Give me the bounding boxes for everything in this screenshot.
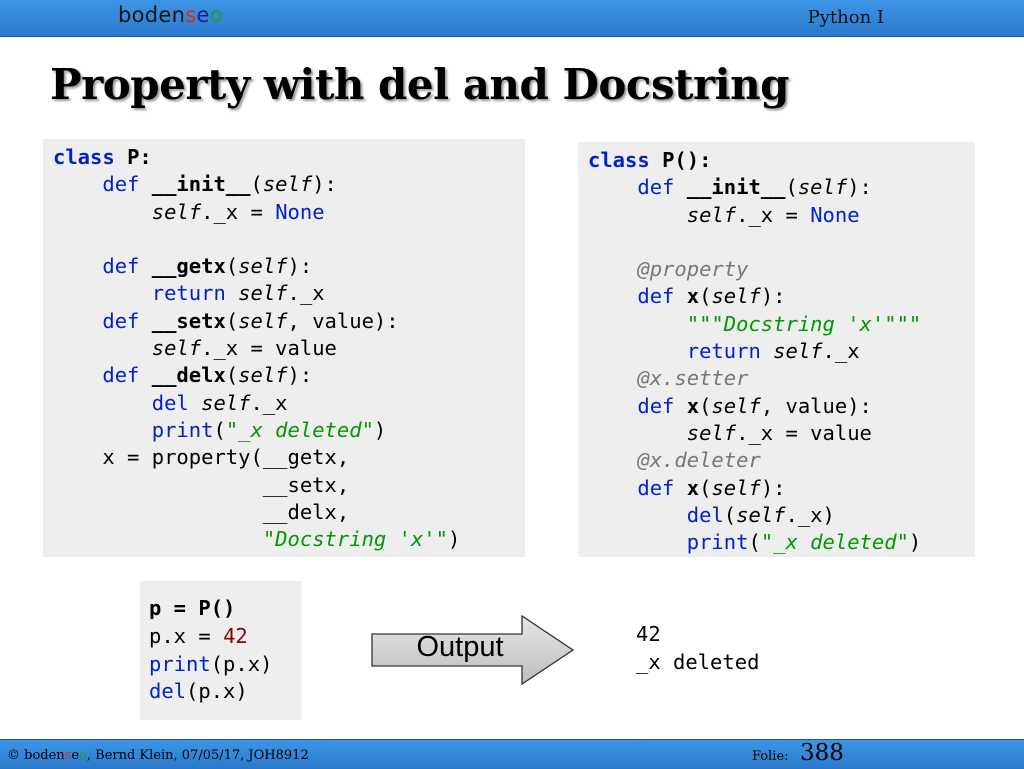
code-line: def __init__(self): [102, 172, 337, 197]
code-line: print("_x deleted") [151, 417, 387, 442]
header-bar: bodenseo Python I [0, 0, 1024, 37]
code-line: """Docstring 'x'""" [686, 311, 922, 336]
code-line: return self._x [686, 339, 860, 364]
code-line: return self._x [151, 281, 325, 306]
code-line: __setx, [53, 472, 350, 497]
code-line: def x(self): [637, 284, 786, 309]
slide-title: Property with del and Docstring [50, 60, 789, 109]
code-line: del(p.x) [149, 679, 248, 704]
program-output: 42 _x deleted [636, 620, 759, 676]
bodenseo-logo: bodenseo [118, 3, 223, 27]
code-line: del(self._x) [686, 502, 835, 527]
code-line: self._x = value [686, 420, 872, 445]
code-line: x = property(__getx, [53, 445, 350, 470]
output-line: 42 [636, 622, 661, 646]
code-line: del self._x [151, 390, 288, 415]
code-block-property-function: class P: def __init__(self): self._x = N… [43, 139, 525, 557]
code-line: self._x = None [151, 199, 325, 224]
code-line: __delx, [53, 499, 350, 524]
code-line: print("_x deleted") [686, 530, 922, 555]
footer-bar: © bodenseo, Bernd Klein, 07/05/17, JOH89… [0, 739, 1024, 769]
code-line: def __init__(self): [637, 175, 872, 200]
code-line: self._x = None [686, 202, 860, 227]
footer-credit: © bodenseo, Bernd Klein, 07/05/17, JOH89… [7, 748, 309, 763]
code-line: @property [637, 257, 749, 282]
code-block-usage: p = P() p.x = 42 print(p.x) del(p.x) [140, 581, 302, 720]
code-line: def __getx(self): [102, 254, 313, 279]
output-label: Output [416, 631, 504, 663]
code-block-property-decorator: class P(): def __init__(self): self._x =… [578, 142, 975, 557]
code-line: self._x = value [151, 336, 337, 361]
code-line: "Docstring 'x'") [262, 527, 461, 552]
code-line: @x.setter [637, 366, 749, 391]
slide-number: 388 [800, 740, 844, 766]
output-line: _x deleted [636, 650, 760, 674]
code-line: def x(self): [637, 475, 786, 500]
code-line: class P: [53, 145, 152, 169]
slide-number-label: Folie: [752, 749, 789, 764]
code-line: def __delx(self): [102, 363, 313, 388]
course-title: Python I [807, 7, 884, 28]
code-line: print(p.x) [149, 651, 273, 676]
code-line: def x(self, value): [637, 393, 872, 418]
code-line: def __setx(self, value): [102, 308, 399, 333]
code-line: p.x = 42 [149, 623, 248, 648]
code-line: class P(): [588, 148, 712, 172]
code-line: @x.deleter [637, 448, 761, 473]
code-line: p = P() [149, 596, 236, 620]
